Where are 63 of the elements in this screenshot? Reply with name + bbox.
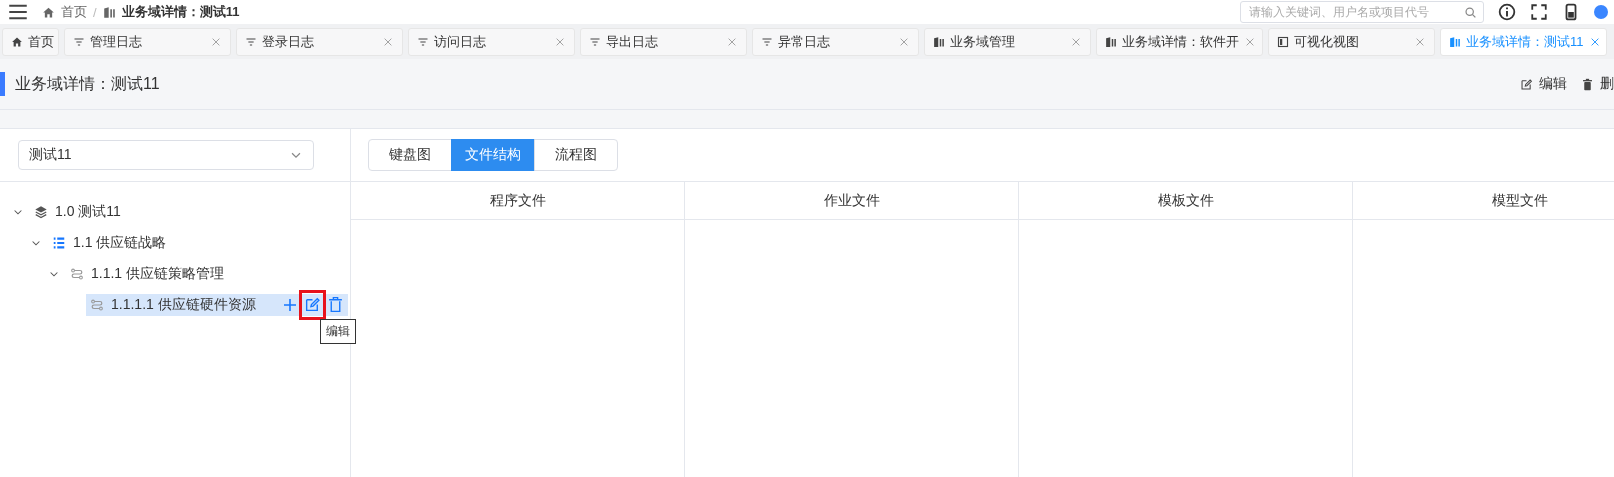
trash-icon[interactable]: [327, 296, 344, 313]
tab[interactable]: 业务域详情：软件开: [1096, 28, 1263, 56]
domain-select[interactable]: 测试11: [18, 140, 314, 170]
tree-node[interactable]: 1.1 供应链战略: [48, 231, 171, 254]
avatar[interactable]: [1594, 5, 1608, 19]
tree-node[interactable]: 1.1.1.1 供应链硬件资源: [86, 293, 348, 316]
search-icon: [1464, 5, 1477, 19]
close-icon[interactable]: [898, 36, 910, 48]
info-icon[interactable]: [1498, 3, 1516, 21]
tab[interactable]: 访问日志: [408, 28, 575, 56]
column-header: 模板文件: [1019, 182, 1352, 220]
accent-bar: [0, 72, 5, 96]
search-field[interactable]: 请输入关键词、用户名或项目代号: [1240, 1, 1484, 23]
layers-icon: [34, 204, 48, 219]
filter-icon: [589, 36, 601, 48]
plus-icon[interactable]: [282, 296, 298, 313]
tab[interactable]: 登录日志: [236, 28, 403, 56]
tab[interactable]: 异常日志: [752, 28, 919, 56]
breadcrumb-separator: /: [93, 4, 97, 20]
menu-icon[interactable]: [8, 2, 28, 22]
tooltip: 编辑: [320, 318, 356, 344]
panel-icon: [1277, 36, 1289, 48]
tab[interactable]: 可视化视图: [1268, 28, 1435, 56]
tab[interactable]: 导出日志: [580, 28, 747, 56]
edit-icon: [1520, 77, 1533, 91]
tree-node[interactable]: 1.0 测试11: [30, 200, 125, 223]
column-header: 模型文件: [1353, 182, 1614, 220]
breadcrumb-item[interactable]: 首页: [61, 3, 87, 21]
page-title: 业务域详情：测试11: [15, 73, 161, 94]
home-icon: [42, 5, 55, 19]
view-tab[interactable]: 流程图: [534, 139, 618, 171]
close-icon[interactable]: [554, 36, 566, 48]
close-icon[interactable]: [726, 36, 738, 48]
building-icon: [933, 36, 945, 48]
flow-icon: [70, 266, 84, 281]
tree-node[interactable]: 1.1.1 供应链策略管理: [66, 262, 229, 285]
edit-button[interactable]: 编辑: [1520, 75, 1567, 93]
tab[interactable]: 管理日志: [64, 28, 231, 56]
filter-icon: [417, 36, 429, 48]
delete-button[interactable]: 删: [1581, 75, 1614, 93]
filter-icon: [245, 36, 257, 48]
edit-icon[interactable]: [304, 296, 321, 313]
column-header: 作业文件: [685, 182, 1018, 220]
close-icon[interactable]: [1244, 36, 1256, 48]
filter-icon: [761, 36, 773, 48]
home-icon: [11, 36, 23, 48]
column-header: 程序文件: [351, 182, 684, 220]
close-icon[interactable]: [210, 36, 222, 48]
view-tab[interactable]: 键盘图: [368, 139, 452, 171]
tab[interactable]: 业务域管理: [924, 28, 1091, 56]
close-icon[interactable]: [1414, 36, 1426, 48]
close-icon[interactable]: [382, 36, 394, 48]
building-icon: [102, 5, 116, 19]
list-icon: [52, 235, 66, 250]
filter-icon: [73, 36, 85, 48]
breadcrumb-item[interactable]: 业务域详情：测试11: [121, 3, 240, 21]
close-icon[interactable]: [1070, 36, 1082, 48]
building-icon: [1105, 36, 1117, 48]
tab[interactable]: 首页: [2, 28, 59, 56]
fullscreen-icon[interactable]: [1530, 3, 1548, 21]
building-icon: [1449, 36, 1461, 48]
trash-icon: [1581, 77, 1594, 91]
flow-icon: [90, 297, 104, 312]
